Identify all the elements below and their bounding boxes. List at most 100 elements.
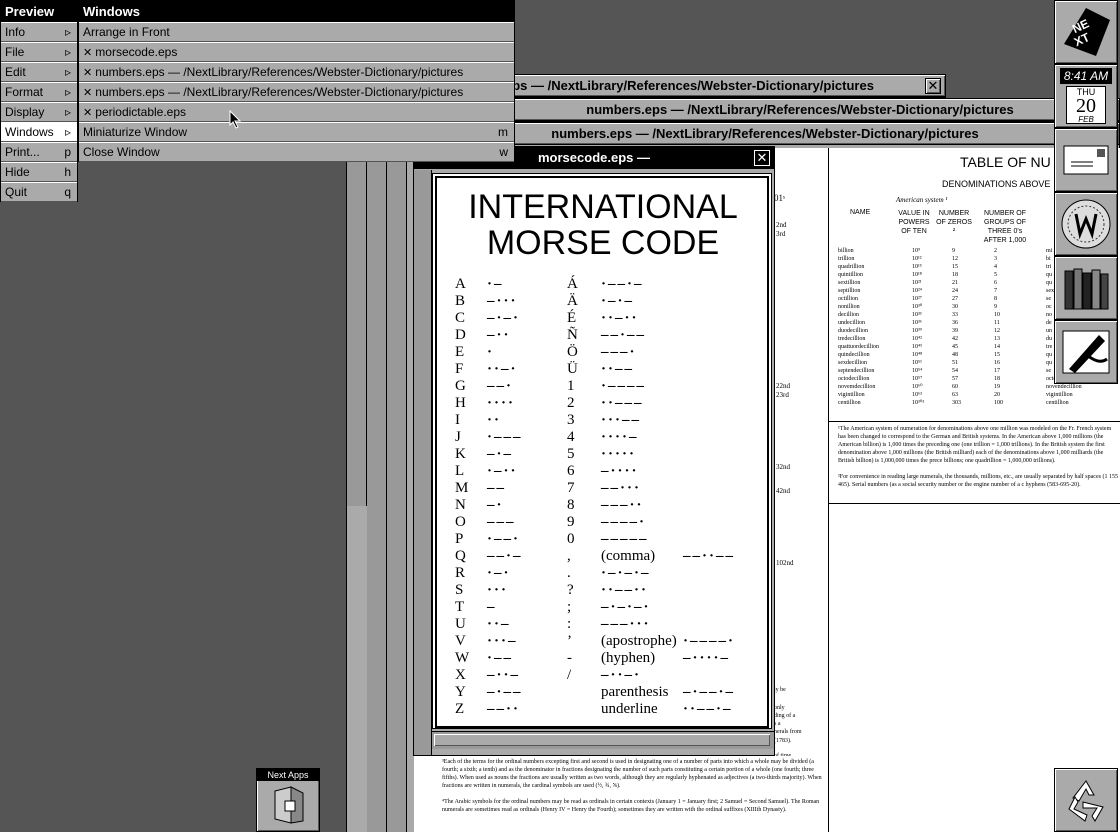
main-menu-item-hide[interactable]: Hide h — [1, 162, 77, 182]
main-menu-item-file[interactable]: File ▹ — [1, 42, 77, 62]
horizontal-scroller[interactable] — [432, 731, 774, 749]
main-menu-item-quit[interactable]: Quit q — [1, 182, 77, 202]
morse-code: ·– — [487, 276, 504, 292]
morse-code: ····· — [601, 446, 637, 462]
next-apps-miniwindow[interactable]: Next Apps — [256, 768, 320, 832]
table-cell: 4 — [994, 264, 997, 270]
table-cell: 10²⁴ — [912, 288, 922, 294]
morse-character: I — [455, 412, 460, 428]
key-equivalent: q — [64, 185, 71, 199]
windows-submenu[interactable]: Windows Arrange in Front ✕ morsecode.eps ✕… — [78, 0, 515, 162]
table-cell: qu — [1046, 272, 1052, 278]
morse-code: ·––·– — [601, 276, 644, 292]
morse-character: ; — [567, 599, 572, 615]
titlebar[interactable]: numbers.eps — /NextLibrary/References/We… — [411, 123, 1119, 145]
table-cell: novemdecillion — [838, 384, 876, 390]
morse-character: Ü — [567, 361, 578, 377]
menu-item-label: periodictable.eps — [95, 105, 187, 119]
morse-code: –––··· — [601, 616, 651, 632]
main-menu-item-edit[interactable]: Edit ▹ — [1, 62, 77, 82]
morse-code: ––·– — [487, 548, 523, 564]
main-menu-item-format[interactable]: Format ▹ — [1, 82, 77, 102]
morse-character: 3 — [567, 412, 575, 428]
dock-writenow-tile[interactable] — [1054, 320, 1118, 384]
morse-code: –··–· — [601, 667, 642, 683]
morse-code: ··– — [487, 616, 511, 632]
windows-menu-item-0[interactable]: Arrange in Front — [79, 22, 514, 42]
morse-code: ·––· — [487, 531, 521, 547]
morse-character: 0 — [567, 531, 575, 547]
table-cell: 16 — [994, 360, 1000, 366]
titlebar[interactable]: numbers.eps — /NextLibrary/References/We… — [481, 99, 1119, 121]
morse-character: / — [567, 667, 572, 683]
dock-mail-tile[interactable] — [1054, 128, 1118, 192]
main-menu-item-print[interactable]: Print... p — [1, 142, 77, 162]
system-label: American system ¹ — [896, 196, 948, 204]
morse-character: Y — [455, 684, 466, 700]
table-cell: 2 — [994, 248, 997, 254]
numbers-window-back-2[interactable]: numbers.eps — /NextLibrary/References/We… — [480, 98, 1120, 122]
windows-menu-item-2[interactable]: ✕ numbers.eps — /NextLibrary/References/… — [79, 62, 514, 82]
windows-menu-item-3[interactable]: ✕ numbers.eps — /NextLibrary/References/… — [79, 82, 514, 102]
morse-character: X — [455, 667, 466, 683]
submenu-arrow-icon: ▹ — [64, 25, 71, 39]
key-equivalent: p — [64, 145, 71, 159]
col-value: VALUE IN POWERS OF TEN — [898, 210, 930, 235]
windows-menu-item-1[interactable]: ✕ morsecode.eps — [79, 42, 514, 62]
table-cell: 10 — [994, 312, 1000, 318]
menu-item-label: Quit — [5, 185, 28, 199]
table-cell: qu — [1046, 352, 1052, 358]
main-menu[interactable]: Preview Info ▹ File ▹ Edit ▹ Format ▹ Display ▹ Wi… — [0, 0, 78, 202]
morse-code: underline — [601, 701, 658, 717]
main-menu-item-info[interactable]: Info ▹ — [1, 22, 77, 42]
dock-next-logo-tile[interactable]: NE XT — [1054, 0, 1118, 64]
clock-widget: 8:41 AM THU 20 FEB — [1058, 66, 1114, 126]
table-cell: oc — [1046, 304, 1052, 310]
table-cell: 27 — [952, 296, 958, 302]
windows-menu-item-4[interactable]: ✕ periodictable.eps — [79, 102, 514, 122]
windows-menu-item-6[interactable]: Close Window w — [79, 142, 514, 162]
table-cell: tri — [1046, 264, 1052, 270]
dock-recycler-tile[interactable] — [1054, 768, 1118, 832]
envelope-icon — [1063, 145, 1109, 175]
morse-character: F — [455, 361, 464, 377]
ordinal-label: 2nd — [776, 221, 787, 229]
table-cell: decillion — [838, 312, 859, 318]
table-cell: 42 — [952, 336, 958, 342]
morse-code: ·–·–·– — [601, 565, 651, 581]
dock-webster-tile[interactable] — [1054, 192, 1118, 256]
ordinal-label: 01ˢ — [774, 193, 785, 203]
dock-books-tile[interactable] — [1054, 256, 1118, 320]
morse-character: Ñ — [567, 327, 578, 343]
morse-character: 9 — [567, 514, 575, 530]
table-cell: octodecillion — [838, 376, 870, 382]
close-icon[interactable]: ✕ — [925, 78, 941, 94]
ordinal-label: 42nd — [776, 487, 790, 495]
morse-code: ···– — [487, 633, 518, 649]
table-cell: quattuordecillion — [838, 344, 879, 350]
morse-code: ––·–– — [601, 327, 647, 343]
windows-menu-item-5[interactable]: Miniaturize Window m — [79, 122, 514, 142]
morse-code: –––·· — [601, 497, 644, 513]
table-cell: duodecillion — [838, 328, 868, 334]
table-cell: 18 — [952, 272, 958, 278]
submenu-arrow-icon: ▹ — [64, 65, 71, 79]
morse-character: 1 — [567, 378, 575, 394]
numbers-window-back-1[interactable]: eps — /NextLibrary/References/Webster-Di… — [440, 74, 946, 98]
morse-character: : — [567, 616, 572, 632]
dock-clock-tile[interactable]: 8:41 AM THU 20 FEB — [1054, 64, 1118, 128]
menu-item-label: Hide — [5, 165, 30, 179]
titlebar[interactable]: eps — /NextLibrary/References/Webster-Di… — [441, 75, 945, 97]
vertical-scroller[interactable] — [414, 170, 432, 755]
table-cell: 10³³ — [912, 312, 922, 318]
table-row: quattuordecillion 10⁴⁵ 45 14 — [838, 343, 1038, 351]
table-cell: 100 — [994, 400, 1003, 406]
morse-character: K — [455, 446, 466, 462]
morse-code: ––––– — [601, 531, 649, 547]
window-title: numbers.eps — /NextLibrary/References/We… — [551, 126, 979, 141]
main-menu-item-windows[interactable]: Windows ▹ — [1, 122, 77, 142]
close-icon[interactable]: ✕ — [754, 150, 770, 166]
main-menu-item-display[interactable]: Display ▹ — [1, 102, 77, 122]
doc-title: TABLE OF NU — [960, 154, 1051, 170]
morsecode-window[interactable]: morsecode.eps — ✕ INTERNATIONAL MORSE CO… — [413, 146, 775, 756]
